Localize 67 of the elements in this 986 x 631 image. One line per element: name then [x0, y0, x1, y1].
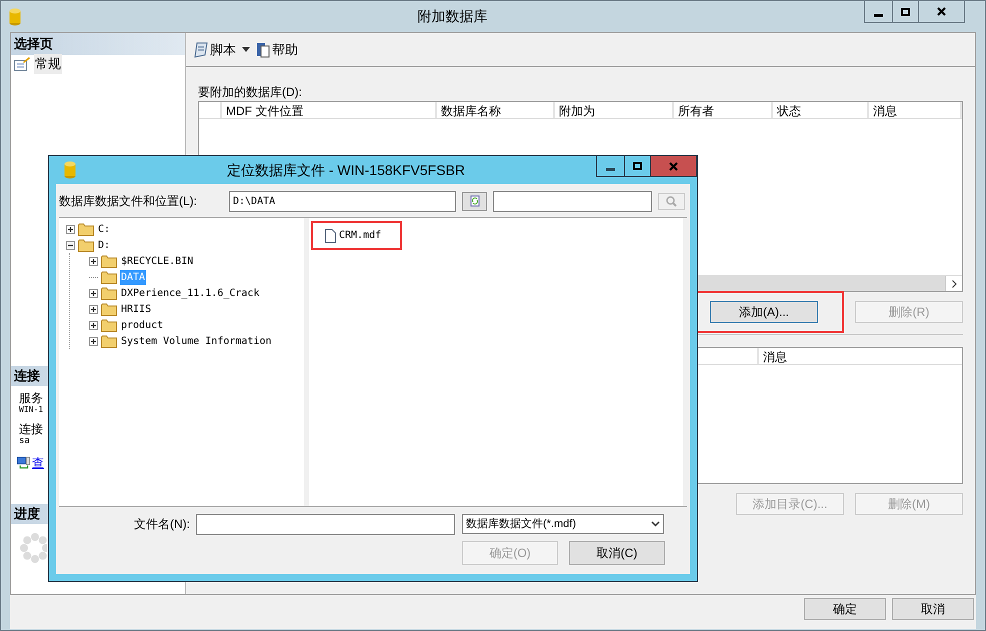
tree-item[interactable]: product: [120, 318, 164, 332]
section-label: 要附加的数据库(D):: [198, 84, 303, 98]
expand-icon[interactable]: [88, 336, 98, 346]
column-header[interactable]: 消息: [759, 348, 962, 364]
section-header: 选择页: [11, 33, 185, 55]
location-label: 数据库数据文件和位置(L):: [59, 193, 198, 210]
add-button[interactable]: 添加(A)...: [710, 301, 818, 323]
location-field[interactable]: D:\DATA: [229, 190, 456, 212]
dropdown-caret-icon[interactable]: [242, 47, 250, 52]
folder-icon: [101, 334, 117, 348]
column-header[interactable]: MDF 文件位置: [222, 102, 437, 118]
tree-item[interactable]: C:: [97, 222, 112, 236]
sidebar-item[interactable]: 常规: [34, 54, 62, 74]
spinner-icon: [19, 532, 47, 564]
network-computer-icon: [17, 455, 30, 471]
help-book-icon: [256, 42, 270, 58]
database-icon: [64, 161, 76, 179]
tree-item[interactable]: System Volume Information: [120, 334, 273, 348]
search-icon: [666, 196, 677, 206]
close-icon: [669, 162, 678, 170]
folder-icon: [101, 318, 117, 332]
dialog-button[interactable]: 取消: [892, 598, 974, 620]
tree-item[interactable]: D:: [97, 238, 112, 252]
folder-icon: [101, 302, 117, 316]
refresh-button[interactable]: [462, 192, 487, 210]
chevron-right-icon: [952, 280, 956, 288]
script-button[interactable]: 脚本: [194, 40, 236, 60]
folder-icon: [78, 238, 94, 252]
expand-icon[interactable]: [66, 224, 74, 234]
column-header[interactable]: 消息: [869, 102, 962, 118]
server-name: WIN-1: [19, 405, 44, 415]
dialog-title: 定位数据库文件 - WIN-158KFV5FSBR: [226, 160, 466, 180]
properties-icon: [14, 57, 30, 71]
expand-icon[interactable]: [88, 304, 98, 314]
server-label: 服务: [19, 392, 44, 405]
tree-item[interactable]: HRIIS: [120, 302, 152, 316]
close-icon: [937, 7, 946, 16]
dialog-button[interactable]: 取消(C): [569, 541, 665, 565]
expand-icon[interactable]: [88, 256, 98, 266]
tree-item[interactable]: DXPerience_11.1.6_Crack: [120, 286, 260, 300]
search-field[interactable]: [493, 190, 652, 212]
refresh-icon: [470, 195, 480, 207]
login-label: 连接: [19, 423, 44, 436]
tree-item[interactable]: $RECYCLE.BIN: [120, 254, 194, 268]
scroll-icon: [194, 42, 208, 58]
folder-icon: [101, 286, 117, 300]
view-link[interactable]: 查: [32, 454, 44, 472]
expand-icon[interactable]: [88, 320, 98, 330]
file-item[interactable]: CRM.mdf: [311, 221, 402, 250]
folder-icon: [101, 270, 117, 284]
dialog-button[interactable]: 确定: [804, 598, 886, 620]
column-header[interactable]: 数据库名称: [437, 102, 555, 118]
folder-icon: [101, 254, 117, 268]
column-header[interactable]: 状态: [773, 102, 869, 118]
collapse-icon[interactable]: [66, 240, 74, 250]
database-icon: [9, 8, 21, 26]
login-name: sa: [19, 436, 31, 446]
help-button[interactable]: 帮助: [256, 40, 298, 60]
column-header[interactable]: 附加为: [555, 102, 674, 118]
file-type-select[interactable]: 数据库数据文件(*.mdf): [462, 514, 664, 534]
chevron-down-icon: [651, 521, 660, 527]
column-header[interactable]: 所有者: [674, 102, 773, 118]
filename-field[interactable]: [196, 514, 455, 534]
file-icon: [325, 228, 336, 242]
expand-icon[interactable]: [88, 288, 98, 298]
folder-icon: [78, 222, 94, 236]
window-title: 附加数据库: [416, 7, 488, 26]
